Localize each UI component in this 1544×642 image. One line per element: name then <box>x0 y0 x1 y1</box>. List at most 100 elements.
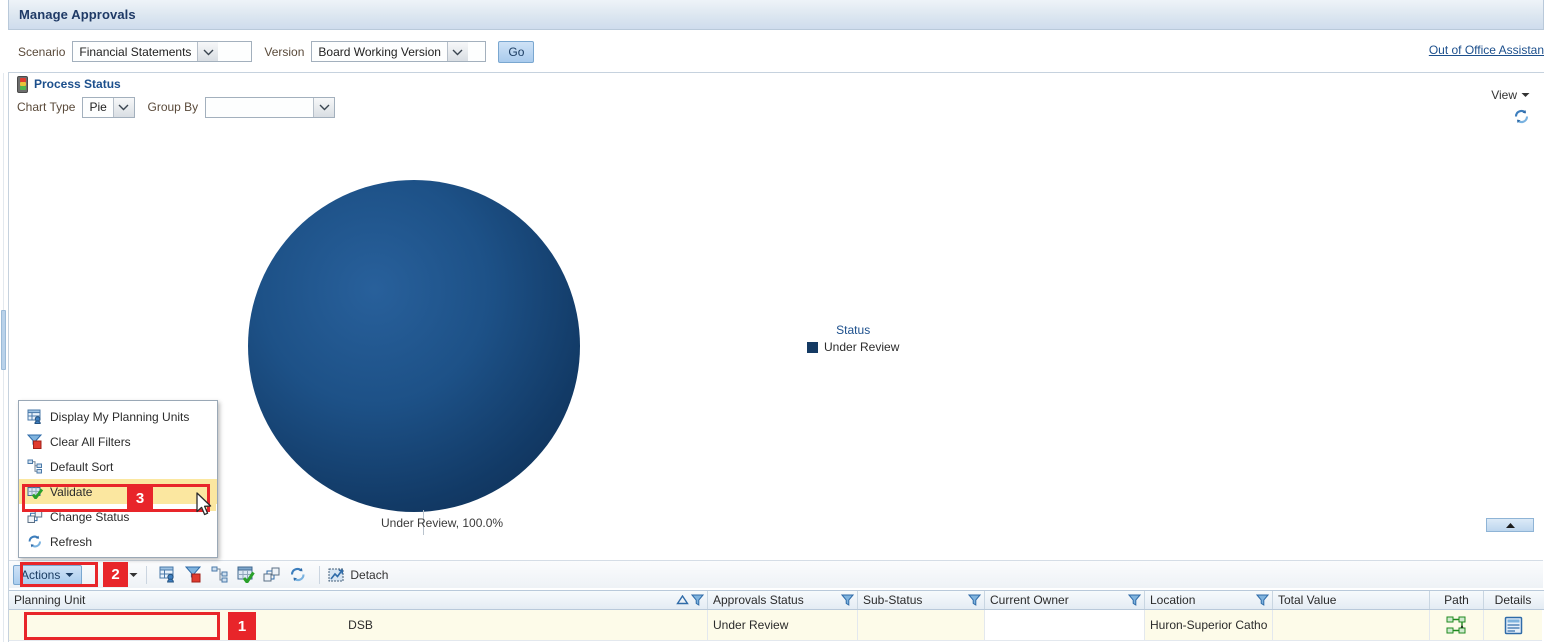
manage-approvals-screen: Manage Approvals Scenario Financial Stat… <box>0 0 1544 642</box>
cell-total-value <box>1273 610 1430 641</box>
collapse-up-icon <box>1504 522 1517 529</box>
group-by-label: Group By <box>147 100 198 114</box>
scenario-value: Financial Statements <box>73 42 197 61</box>
menu-item-clear-all-filters[interactable]: Clear All Filters <box>19 429 217 454</box>
path-flow-icon <box>1446 615 1467 636</box>
legend-title: Status <box>807 323 899 337</box>
change-status-icon <box>27 509 43 525</box>
column-header-approvals-status[interactable]: Approvals Status <box>708 591 858 609</box>
table-toolbar: Actions <box>9 560 1543 588</box>
column-header-sub-status[interactable]: Sub-Status <box>858 591 985 609</box>
actions-button[interactable]: Actions <box>13 565 82 585</box>
refresh-icon[interactable] <box>1513 108 1530 128</box>
clear-all-filters-icon[interactable] <box>184 565 204 585</box>
toolbar-separator <box>319 566 320 584</box>
actions-button-label: Actions <box>21 568 60 582</box>
version-label: Version <box>264 45 304 59</box>
column-header-current-owner[interactable]: Current Owner <box>985 591 1145 609</box>
group-by-select[interactable] <box>205 97 335 118</box>
chart-type-select[interactable]: Pie <box>82 97 135 118</box>
cell-path[interactable] <box>1430 610 1484 641</box>
cell-details[interactable] <box>1484 610 1542 641</box>
details-window-icon <box>1504 616 1523 635</box>
view-menu[interactable]: View <box>1491 88 1530 102</box>
display-my-planning-units-icon[interactable] <box>158 565 178 585</box>
column-header-location[interactable]: Location <box>1145 591 1273 609</box>
traffic-light-icon <box>17 76 28 93</box>
filter-funnel-icon[interactable] <box>691 594 704 606</box>
column-header-path[interactable]: Path <box>1430 591 1484 609</box>
mouse-cursor <box>196 492 214 521</box>
pie-slice-under-review[interactable] <box>248 180 580 512</box>
default-sort-icon[interactable] <box>210 565 230 585</box>
table-header-row: Planning Unit Approvals Status <box>9 590 1544 610</box>
pie-slice-label: Under Review, 100.0% <box>381 516 503 530</box>
cell-sub-status <box>858 610 985 641</box>
chevron-down-icon[interactable] <box>197 42 218 61</box>
filter-funnel-icon[interactable] <box>841 594 854 606</box>
chevron-down-icon[interactable] <box>447 42 468 61</box>
scenario-select[interactable]: Financial Statements <box>72 41 252 62</box>
clear-filters-icon <box>27 434 43 450</box>
column-label: Details <box>1495 593 1532 607</box>
menu-item-default-sort[interactable]: Default Sort <box>19 454 217 479</box>
cell-approvals-status: Under Review <box>708 610 858 641</box>
column-label: Location <box>1150 593 1195 607</box>
legend-item-label: Under Review <box>824 340 899 354</box>
menu-item-label: Change Status <box>50 510 129 524</box>
scenario-label: Scenario <box>18 45 65 59</box>
detach-button[interactable]: Detach <box>328 567 388 583</box>
annotation-badge-3: 3 <box>127 484 153 512</box>
column-label: Path <box>1444 593 1469 607</box>
menu-item-label: Display My Planning Units <box>50 410 189 424</box>
menu-item-display-my-planning-units[interactable]: Display My Planning Units <box>19 404 217 429</box>
menu-item-label: Validate <box>50 485 92 499</box>
column-header-planning-unit[interactable]: Planning Unit <box>9 591 708 609</box>
validate-icon[interactable] <box>236 565 256 585</box>
chevron-down-icon <box>65 572 74 578</box>
column-label: Current Owner <box>990 593 1069 607</box>
collapse-panel-button[interactable] <box>1486 518 1534 532</box>
menu-item-change-status[interactable]: Change Status <box>19 504 217 529</box>
process-status-chart: Under Review, 100.0% Status Under Review <box>9 130 1543 535</box>
filter-funnel-icon[interactable] <box>968 594 981 606</box>
detach-icon <box>328 567 345 583</box>
column-header-details[interactable]: Details <box>1484 591 1542 609</box>
chevron-down-icon[interactable] <box>113 98 134 117</box>
column-label: Approvals Status <box>713 593 804 607</box>
cell-planning-unit[interactable]: DSB <box>9 610 708 641</box>
column-label: Total Value <box>1278 593 1336 607</box>
refresh-icon <box>27 534 43 550</box>
menu-item-label: Refresh <box>50 535 92 549</box>
refresh-icon[interactable] <box>288 565 308 585</box>
chart-legend: Status Under Review <box>807 323 899 354</box>
chevron-down-icon[interactable] <box>313 98 334 117</box>
cell-current-owner[interactable] <box>985 610 1145 641</box>
menu-item-validate[interactable]: Validate <box>19 479 217 504</box>
out-of-office-assistant-link[interactable]: Out of Office Assistan <box>1429 43 1544 57</box>
filter-funnel-icon[interactable] <box>1128 594 1141 606</box>
toolbar-dropdown-caret[interactable] <box>129 572 138 578</box>
menu-item-label: Clear All Filters <box>50 435 131 449</box>
validate-icon <box>27 484 43 500</box>
annotation-badge-1: 1 <box>228 612 256 640</box>
go-button[interactable]: Go <box>498 41 534 63</box>
menu-item-refresh[interactable]: Refresh <box>19 529 217 554</box>
actions-context-menu[interactable]: Display My Planning Units Clear All Filt… <box>18 400 218 558</box>
default-sort-icon <box>27 459 43 475</box>
group-by-value <box>206 98 313 117</box>
chevron-down-icon <box>129 572 138 578</box>
change-status-icon[interactable] <box>262 565 282 585</box>
sort-ascending-icon[interactable] <box>676 595 689 605</box>
column-header-total-value[interactable]: Total Value <box>1273 591 1430 609</box>
scenario-filter-bar: Scenario Financial Statements Version Bo… <box>8 31 1544 72</box>
panel-splitter-handle[interactable] <box>1 310 6 370</box>
page-title: Manage Approvals <box>9 7 136 22</box>
filter-funnel-icon[interactable] <box>1256 594 1269 606</box>
version-select[interactable]: Board Working Version <box>311 41 486 62</box>
chart-options-bar: Chart Type Pie Group By <box>9 95 1544 119</box>
legend-item[interactable]: Under Review <box>807 340 899 354</box>
view-menu-label: View <box>1491 88 1517 102</box>
column-label: Planning Unit <box>14 593 85 607</box>
window-title-bar: Manage Approvals <box>8 0 1544 30</box>
